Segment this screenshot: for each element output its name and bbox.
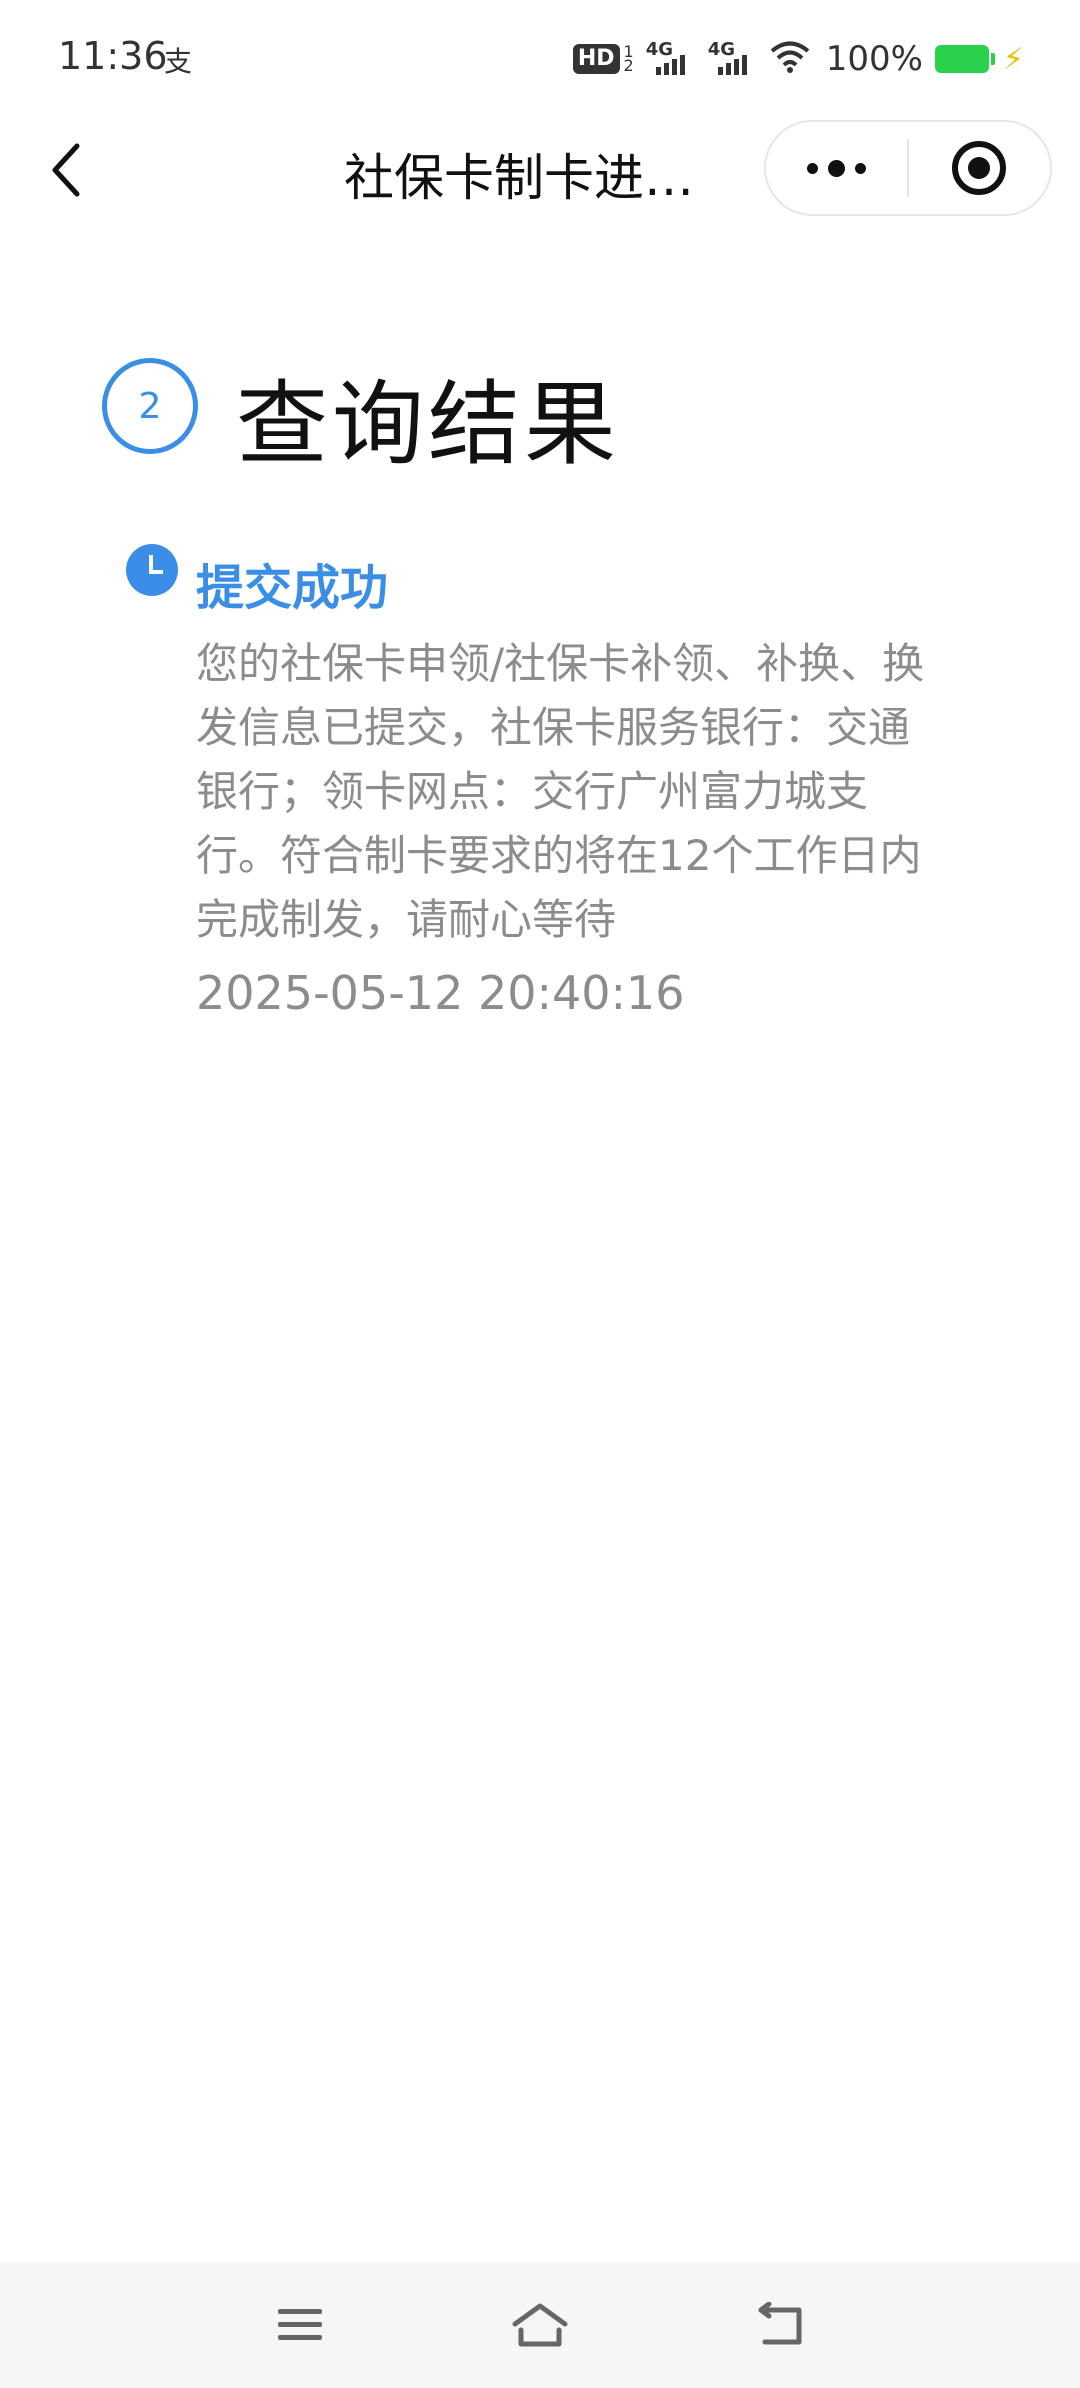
hd-sub: 2	[623, 56, 634, 75]
hd-sim-labels: 1 2	[623, 44, 634, 75]
menu-button[interactable]	[260, 2290, 340, 2360]
back-icon	[758, 2302, 802, 2345]
home-icon	[512, 2303, 568, 2347]
clock-icon	[126, 544, 178, 596]
back-button[interactable]	[36, 140, 96, 200]
home-button[interactable]	[500, 2290, 580, 2360]
signal-icon-2: 4G	[708, 39, 758, 79]
status-icons: HD 1 2 4G 4G 100% ⚡	[572, 34, 1024, 84]
system-back-button[interactable]	[740, 2290, 820, 2360]
timeline-status: 提交成功	[196, 560, 389, 616]
status-bar: 11:36 支 HD 1 2 4G 4G 100% ⚡	[0, 0, 1080, 120]
charging-bolt-icon: ⚡	[1002, 41, 1024, 77]
close-button[interactable]	[909, 120, 1050, 216]
page-title: 社保卡制卡进…	[344, 149, 694, 207]
chevron-left-icon	[52, 143, 80, 197]
alipay-icon: 支	[164, 45, 193, 78]
menu-icon	[278, 2309, 322, 2340]
step-number-badge: 2	[102, 358, 198, 454]
screen: 11:36 支 HD 1 2 4G 4G 100% ⚡ 社保卡制卡进… 2 查询…	[0, 0, 1080, 2388]
system-nav-bar	[0, 2262, 1080, 2388]
wifi-icon	[770, 40, 810, 78]
battery-percentage: 100%	[825, 39, 923, 79]
status-time: 11:36	[58, 34, 168, 78]
more-dots-icon	[807, 159, 866, 177]
mini-program-capsule	[764, 120, 1052, 216]
signal-icon-1: 4G	[646, 39, 696, 79]
result-heading: 查询结果	[236, 371, 621, 478]
target-close-icon	[952, 141, 1007, 195]
nav-bar: 社保卡制卡进…	[0, 120, 1080, 220]
timeline-timestamp: 2025-05-12 20:40:16	[196, 966, 685, 1020]
battery-icon	[934, 45, 995, 73]
more-button[interactable]	[766, 120, 907, 216]
hd-icon: HD	[572, 44, 620, 74]
timeline-description: 您的社保卡申领/社保卡补领、补换、换发信息已提交，社保卡服务银行：交通银行；领卡…	[196, 639, 925, 944]
